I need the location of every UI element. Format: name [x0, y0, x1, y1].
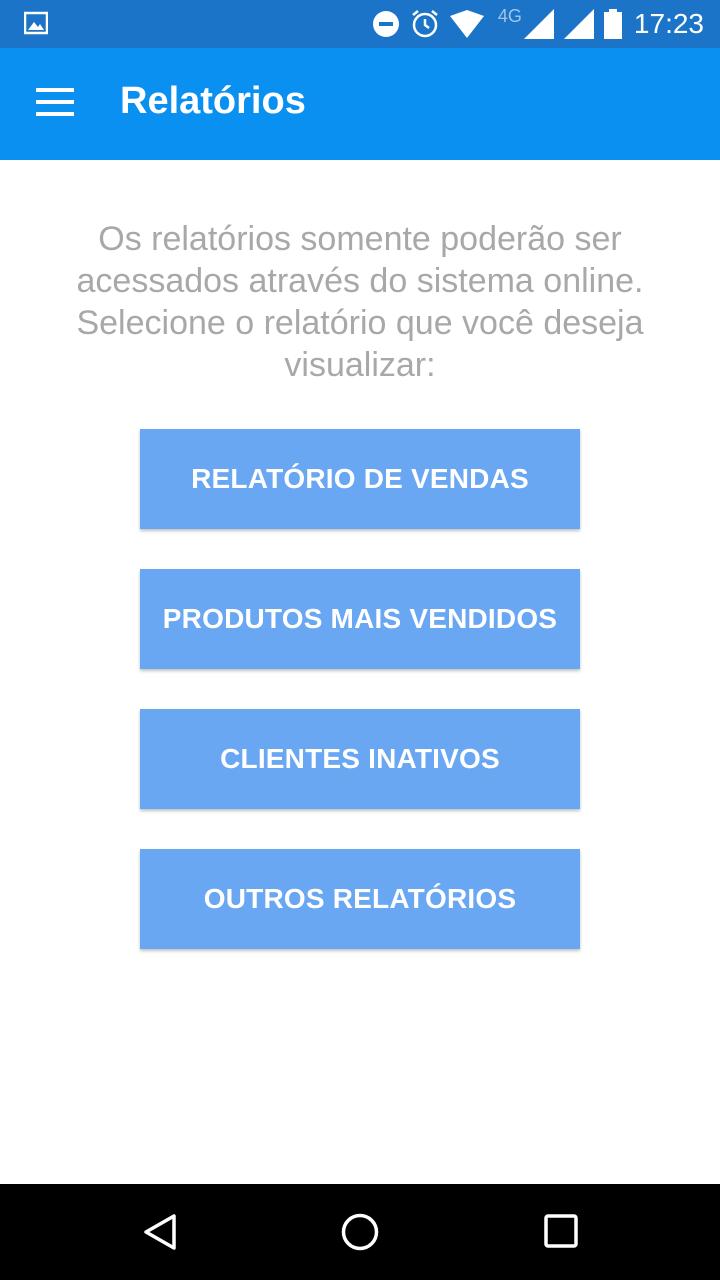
alarm-icon — [410, 9, 440, 39]
hamburger-menu-icon[interactable] — [36, 88, 76, 120]
app-bar: Relatórios — [0, 48, 720, 160]
intro-text: Os relatórios somente poderão ser acessa… — [76, 220, 644, 384]
navigation-bar — [0, 1184, 720, 1280]
back-icon[interactable] — [140, 1212, 180, 1252]
network-type-label: 4G — [497, 5, 522, 26]
sales-report-button[interactable]: RELATÓRIO DE VENDAS — [140, 429, 580, 529]
page-title: Relatórios — [120, 80, 306, 122]
signal-icon — [563, 9, 594, 39]
clock: 17:23 — [633, 8, 704, 39]
do-not-disturb-icon — [372, 10, 400, 38]
inactive-clients-button[interactable]: CLIENTES INATIVOS — [140, 709, 580, 809]
image-notification-icon — [23, 11, 49, 35]
signal-icon — [523, 9, 554, 39]
other-reports-button[interactable]: OUTROS RELATÓRIOS — [140, 849, 580, 949]
status-bar: 4G 17:23 — [0, 0, 720, 48]
recents-icon[interactable] — [542, 1212, 582, 1252]
battery-icon — [603, 9, 622, 39]
home-icon[interactable] — [340, 1212, 380, 1252]
best-selling-products-button[interactable]: PRODUTOS MAIS VENDIDOS — [140, 569, 580, 669]
wifi-icon — [449, 10, 484, 38]
